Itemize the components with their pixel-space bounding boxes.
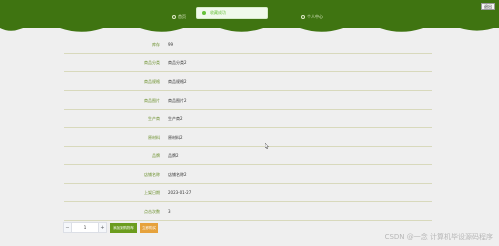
quantity-input[interactable]: 1 <box>72 222 98 233</box>
success-toast: 收藏成功 <box>196 7 268 19</box>
detail-row-brand: 品牌 品牌2 <box>64 148 432 165</box>
detail-row-shop: 店铺名称 店铺名称2 <box>64 167 432 184</box>
nav-item-home[interactable]: 首页 <box>172 14 186 20</box>
detail-value: 原材料2 <box>168 135 183 140</box>
home-icon <box>172 15 176 19</box>
detail-value: 商品图片2 <box>168 98 187 103</box>
detail-value: 品牌2 <box>168 153 179 158</box>
detail-label: 库存 <box>152 42 160 47</box>
detail-value: 3 <box>168 209 171 214</box>
detail-label: 上架日期 <box>144 190 160 195</box>
success-icon <box>202 11 206 15</box>
nav-item-profile[interactable]: 个人中心 <box>301 14 323 20</box>
detail-row-clicks: 点击次数 3 <box>64 204 432 221</box>
detail-label: 品牌 <box>152 153 160 158</box>
detail-label: 商品图片 <box>144 98 160 103</box>
decrease-button[interactable]: − <box>63 222 72 233</box>
detail-value: 生产商2 <box>168 116 183 121</box>
detail-row-spec: 商品规格 商品规格2 <box>64 74 432 91</box>
detail-row-image: 商品图片 商品图片2 <box>64 93 432 110</box>
detail-row-category: 商品分类 商品分类2 <box>64 55 432 72</box>
detail-row-manufacturer: 生产商 生产商2 <box>64 111 432 128</box>
buy-now-button[interactable]: 立即购买 <box>140 223 158 233</box>
quantity-stepper: − 1 + <box>63 222 107 233</box>
mouse-cursor-icon <box>265 143 269 149</box>
detail-label: 店铺名称 <box>144 172 160 177</box>
detail-label: 原材料 <box>148 135 160 140</box>
detail-label: 生产商 <box>148 116 160 121</box>
nav-item-label: 个人中心 <box>307 14 323 19</box>
user-icon <box>301 15 305 19</box>
detail-label: 商品规格 <box>144 79 160 84</box>
logout-button[interactable]: 退出 <box>481 3 495 10</box>
detail-row-material: 原材料 原材料2 <box>64 130 432 147</box>
add-to-cart-button[interactable]: 添加到购物车 <box>110 223 137 233</box>
detail-row-listed-date: 上架日期 2023-01-27 <box>64 185 432 202</box>
detail-value: 2023-01-27 <box>168 190 192 195</box>
detail-value: 商品分类2 <box>168 60 187 65</box>
nav-item-label: 首页 <box>178 14 186 19</box>
detail-value: 99 <box>168 42 174 47</box>
increase-button[interactable]: + <box>98 222 107 233</box>
detail-value: 商品规格2 <box>168 79 187 84</box>
watermark: CSDN @一念 计算机毕设源码程序 <box>384 233 493 241</box>
toast-message: 收藏成功 <box>210 10 226 15</box>
detail-label: 点击次数 <box>144 209 160 214</box>
detail-label: 商品分类 <box>144 60 160 65</box>
detail-row-stock: 库存 99 <box>64 37 432 54</box>
detail-value: 店铺名称2 <box>168 172 187 177</box>
